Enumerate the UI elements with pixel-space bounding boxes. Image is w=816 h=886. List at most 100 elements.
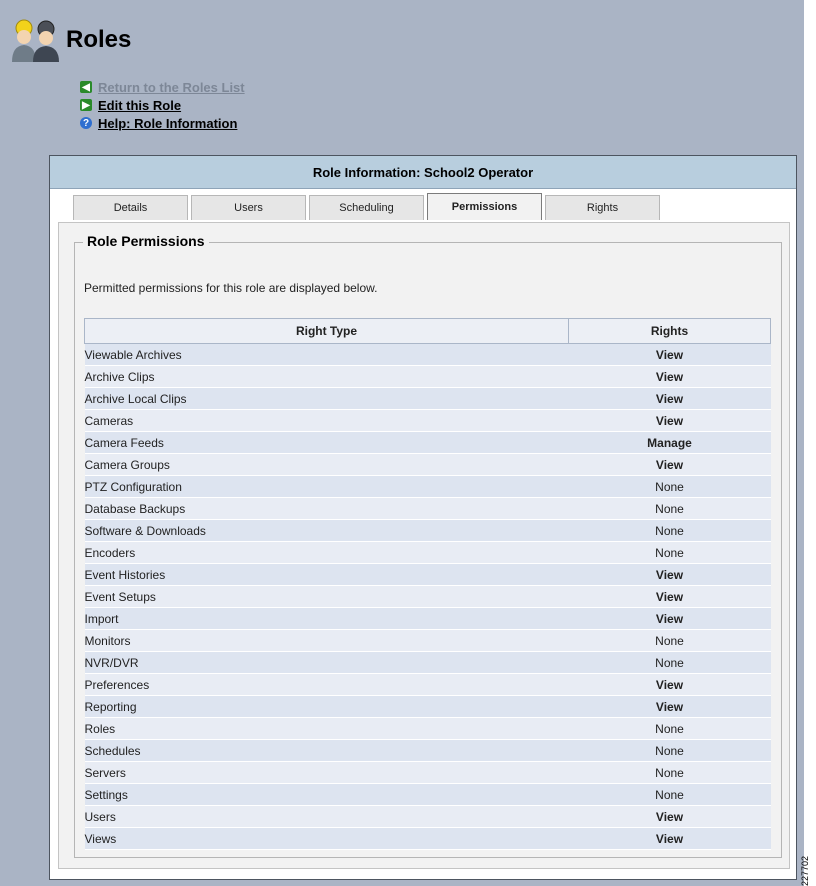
right-type-cell: Camera Groups	[84, 453, 569, 476]
rights-value-cell: None	[568, 651, 771, 674]
table-row: Viewable Archives View	[84, 343, 771, 366]
figure-id: 227702	[800, 855, 810, 886]
page-title: Roles	[66, 26, 132, 53]
column-header-rights: Rights	[568, 318, 771, 344]
tab-users[interactable]: Users	[191, 195, 306, 220]
tab-bar: Details Users Scheduling Permissions Rig…	[73, 193, 663, 221]
right-type-cell: Cameras	[84, 409, 569, 432]
rights-value-cell: None	[568, 497, 771, 520]
right-type-cell: Event Histories	[84, 563, 569, 586]
role-info-panel: Role Information: School2 Operator Detai…	[49, 155, 797, 880]
rights-value-cell: View	[568, 673, 771, 696]
users-group-icon	[8, 18, 64, 62]
right-type-cell: NVR/DVR	[84, 651, 569, 674]
right-type-cell: Event Setups	[84, 585, 569, 608]
right-type-cell: Viewable Archives	[84, 343, 569, 366]
tab-permissions[interactable]: Permissions	[427, 193, 542, 220]
table-row: Settings None	[84, 783, 771, 806]
right-type-cell: Archive Local Clips	[84, 387, 569, 410]
fieldset-legend: Role Permissions	[83, 233, 209, 249]
arrow-left-icon: ◀	[80, 81, 92, 93]
right-type-cell: Preferences	[84, 673, 569, 696]
rights-value-cell: None	[568, 717, 771, 740]
rights-value-cell: None	[568, 519, 771, 542]
right-type-cell: Import	[84, 607, 569, 630]
page-header: Roles	[8, 18, 131, 62]
table-row: Event Histories View	[84, 563, 771, 586]
help-icon: ?	[80, 117, 92, 129]
rights-value-cell: View	[568, 343, 771, 366]
edit-link-row[interactable]: ▶ Edit this Role	[80, 96, 245, 114]
table-row: Servers None	[84, 761, 771, 784]
table-row: Encoders None	[84, 541, 771, 564]
rights-value-cell: None	[568, 475, 771, 498]
action-links: ◀ Return to the Roles List ▶ Edit this R…	[80, 78, 245, 132]
table-row: Archive Local Clips View	[84, 387, 771, 410]
intro-text: Permitted permissions for this role are …	[84, 281, 378, 295]
rights-value-cell: View	[568, 453, 771, 476]
tab-rights[interactable]: Rights	[545, 195, 660, 220]
right-type-cell: Users	[84, 805, 569, 828]
table-row: Database Backups None	[84, 497, 771, 520]
table-row: Camera Groups View	[84, 453, 771, 476]
table-row: Monitors None	[84, 629, 771, 652]
arrow-right-icon: ▶	[80, 99, 92, 111]
rights-value-cell: None	[568, 629, 771, 652]
rights-value-cell: View	[568, 563, 771, 586]
right-type-cell: Roles	[84, 717, 569, 740]
permissions-table: Right Type Rights Viewable Archives View A…	[84, 318, 771, 850]
right-type-cell: PTZ Configuration	[84, 475, 569, 498]
rights-value-cell: View	[568, 365, 771, 388]
column-header-right-type: Right Type	[84, 318, 569, 344]
rights-value-cell: View	[568, 585, 771, 608]
table-row: Software & Downloads None	[84, 519, 771, 542]
table-row: PTZ Configuration None	[84, 475, 771, 498]
tab-scheduling[interactable]: Scheduling	[309, 195, 424, 220]
help-link-row[interactable]: ? Help: Role Information	[80, 114, 245, 132]
table-row: Camera Feeds Manage	[84, 431, 771, 454]
right-type-cell: Schedules	[84, 739, 569, 762]
table-row: Cameras View	[84, 409, 771, 432]
table-row: Import View	[84, 607, 771, 630]
table-header-row: Right Type Rights	[84, 318, 771, 344]
rights-value-cell: View	[568, 409, 771, 432]
rights-value-cell: None	[568, 783, 771, 806]
right-type-cell: Reporting	[84, 695, 569, 718]
right-type-cell: Software & Downloads	[84, 519, 569, 542]
right-type-cell: Settings	[84, 783, 569, 806]
rights-value-cell: View	[568, 827, 771, 850]
table-row: Views View	[84, 827, 771, 850]
tab-content: Role Permissions Permitted permissions f…	[58, 222, 790, 869]
table-row: Event Setups View	[84, 585, 771, 608]
rights-value-cell: View	[568, 607, 771, 630]
edit-role-link[interactable]: Edit this Role	[98, 98, 181, 113]
table-row: Roles None	[84, 717, 771, 740]
return-to-roles-link[interactable]: Return to the Roles List	[98, 80, 245, 95]
rights-value-cell: None	[568, 739, 771, 762]
rights-value-cell: None	[568, 761, 771, 784]
role-permissions-fieldset: Role Permissions Permitted permissions f…	[74, 233, 782, 858]
rights-value-cell: View	[568, 387, 771, 410]
table-row: Schedules None	[84, 739, 771, 762]
table-row: Archive Clips View	[84, 365, 771, 388]
table-row: NVR/DVR None	[84, 651, 771, 674]
right-type-cell: Database Backups	[84, 497, 569, 520]
table-row: Reporting View	[84, 695, 771, 718]
right-type-cell: Archive Clips	[84, 365, 569, 388]
right-type-cell: Servers	[84, 761, 569, 784]
right-type-cell: Camera Feeds	[84, 431, 569, 454]
table-row: Users View	[84, 805, 771, 828]
rights-value-cell: View	[568, 805, 771, 828]
table-row: Preferences View	[84, 673, 771, 696]
right-type-cell: Views	[84, 827, 569, 850]
panel-title: Role Information: School2 Operator	[50, 156, 796, 189]
right-type-cell: Encoders	[84, 541, 569, 564]
return-link-row[interactable]: ◀ Return to the Roles List	[80, 78, 245, 96]
help-role-info-link[interactable]: Help: Role Information	[98, 116, 237, 131]
rights-value-cell: View	[568, 695, 771, 718]
right-type-cell: Monitors	[84, 629, 569, 652]
rights-value-cell: None	[568, 541, 771, 564]
tab-details[interactable]: Details	[73, 195, 188, 220]
permissions-table-body: Viewable Archives View Archive Clips View Ar…	[84, 343, 771, 850]
rights-value-cell: Manage	[568, 431, 771, 454]
